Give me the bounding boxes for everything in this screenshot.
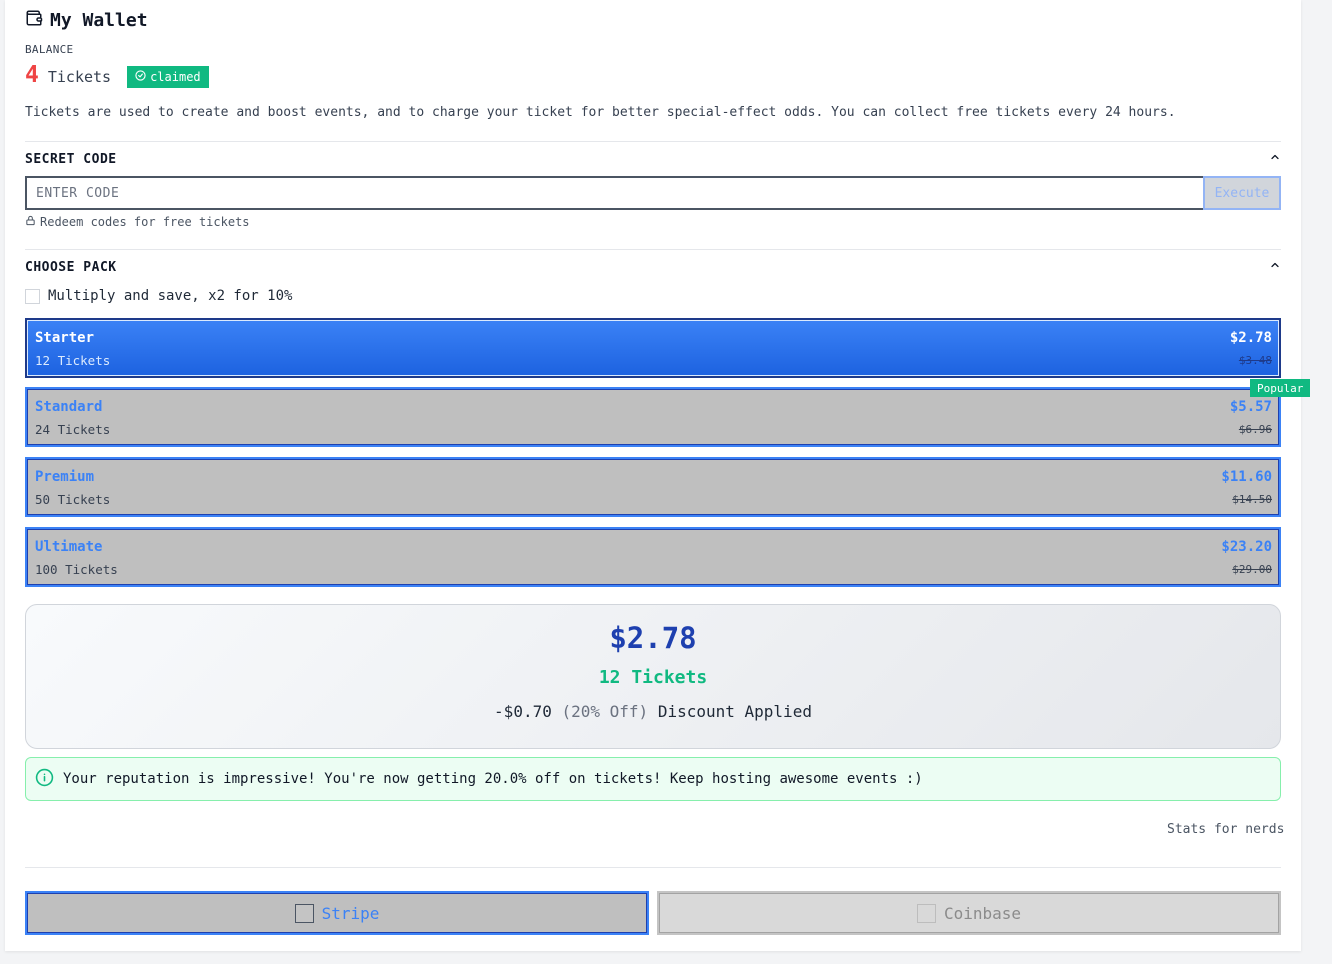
pack-name: Starter	[35, 330, 95, 346]
coinbase-label: Coinbase	[943, 903, 1022, 923]
execute-button[interactable]: Execute	[1203, 176, 1281, 210]
discount-percent: (20% Off)	[561, 702, 649, 721]
pack-standard[interactable]: Standard 24 Tickets $5.57 $6.96	[25, 387, 1281, 447]
divider	[25, 249, 1281, 250]
wallet-panel: My Wallet BALANCE 4 Tickets claimed Tick…	[5, 0, 1311, 951]
chevron-up-icon[interactable]	[1269, 151, 1281, 167]
pack-ticket-count: 12 Tickets	[35, 353, 111, 368]
multiply-checkbox[interactable]	[25, 288, 40, 304]
balance-unit: Tickets	[47, 68, 112, 86]
secret-code-header[interactable]: SECRET CODE	[25, 151, 1281, 167]
badge-label: claimed	[150, 70, 201, 84]
stripe-icon	[294, 903, 314, 923]
pack-old-price: $29.00	[1232, 563, 1272, 576]
multiply-option[interactable]: Multiply and save, x2 for 10%	[25, 288, 292, 304]
lock-icon	[25, 215, 36, 229]
summary-tickets: 12 Tickets	[598, 667, 708, 688]
info-message: Your reputation is impressive! You're no…	[63, 771, 923, 787]
pack-price: $5.57	[1229, 399, 1272, 415]
pack-price: $11.60	[1221, 469, 1272, 485]
pack-ticket-count: 50 Tickets	[35, 492, 111, 507]
hint-text: Redeem codes for free tickets	[40, 215, 250, 229]
discount-label: Discount Applied	[657, 702, 812, 721]
pack-ultimate[interactable]: Ultimate 100 Tickets $23.20 $29.00	[25, 527, 1281, 587]
pack-name: Premium	[35, 469, 95, 485]
wallet-icon	[25, 9, 43, 31]
stats-for-nerds-link[interactable]: Stats for nerds	[1167, 822, 1284, 837]
divider	[25, 141, 1281, 142]
balance-label: BALANCE	[25, 43, 74, 56]
page-title: My Wallet	[50, 9, 148, 31]
order-summary: $2.78 12 Tickets -$0.70 (20% Off) Discou…	[25, 604, 1281, 749]
section-title: CHOOSE PACK	[25, 259, 117, 275]
pack-ticket-count: 100 Tickets	[35, 562, 118, 577]
pack-price: $2.78	[1229, 330, 1272, 346]
wallet-description: Tickets are used to create and boost eve…	[25, 105, 1176, 120]
pack-old-price: $3.48	[1238, 354, 1272, 367]
wallet-header: My Wallet	[25, 9, 148, 31]
secret-code-input[interactable]	[25, 176, 1204, 210]
choose-pack-header[interactable]: CHOOSE PACK	[25, 259, 1281, 275]
check-circle-icon	[135, 70, 146, 84]
balance-row: 4 Tickets claimed	[25, 62, 209, 88]
stripe-label: Stripe	[321, 903, 380, 923]
coinbase-button[interactable]: Coinbase	[657, 891, 1281, 935]
claimed-badge: claimed	[127, 66, 209, 88]
secret-code-hint: Redeem codes for free tickets	[25, 215, 250, 229]
divider	[25, 867, 1281, 868]
chevron-up-icon[interactable]	[1269, 259, 1281, 275]
pack-name: Standard	[35, 399, 103, 415]
pack-old-price: $6.96	[1238, 423, 1272, 436]
pack-price: $23.20	[1221, 539, 1272, 555]
multiply-label: Multiply and save, x2 for 10%	[48, 288, 293, 304]
summary-price: $2.78	[609, 621, 697, 655]
coinbase-icon	[916, 903, 936, 923]
info-icon	[35, 768, 54, 791]
pack-old-price: $14.50	[1232, 493, 1272, 506]
summary-discount: -$0.70 (20% Off) Discount Applied	[26, 702, 1280, 721]
balance-amount: 4	[25, 62, 39, 88]
popular-badge: Popular	[1250, 379, 1311, 397]
pack-name: Ultimate	[35, 539, 103, 555]
pack-ticket-count: 24 Tickets	[35, 422, 111, 437]
section-title: SECRET CODE	[25, 151, 117, 167]
discount-amount: -$0.70	[494, 702, 552, 721]
reputation-info: Your reputation is impressive! You're no…	[25, 757, 1281, 801]
stripe-button[interactable]: Stripe	[25, 891, 649, 935]
pack-premium[interactable]: Premium 50 Tickets $11.60 $14.50	[25, 457, 1281, 517]
pack-starter[interactable]: Starter 12 Tickets $2.78 $3.48	[25, 318, 1281, 378]
